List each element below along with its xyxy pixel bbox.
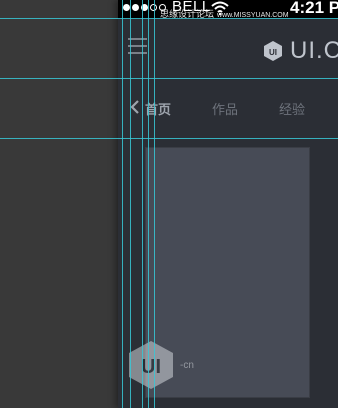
design-canvas: BELL 4:21 P 思缘设计论坛 www.MISSYUAN.COM UI U… (0, 0, 338, 408)
logo-text: UI.C (290, 37, 338, 64)
status-time: 4:21 P (290, 0, 338, 17)
tab-home[interactable]: 首页 (145, 99, 171, 118)
signal-dot (150, 4, 157, 11)
phone-mockup: BELL 4:21 P 思缘设计论坛 www.MISSYUAN.COM UI U… (118, 0, 338, 408)
svg-text:UI: UI (269, 48, 277, 57)
svg-text:UI: UI (141, 356, 161, 378)
hexagon-logo-icon: UI (129, 341, 173, 389)
tab-works[interactable]: 作品 (212, 99, 238, 118)
tab-experience[interactable]: 经验 (279, 99, 305, 118)
watermark-en: www.MISSYUAN.COM (217, 12, 289, 19)
app-logo[interactable]: UI UI.C (264, 37, 338, 65)
signal-dot (123, 4, 130, 11)
signal-dot (132, 4, 139, 11)
signal-dot (141, 4, 148, 11)
app-header: UI UI.C (118, 19, 338, 79)
chevron-left-icon[interactable] (130, 100, 140, 114)
logo-hexagon-icon: UI (264, 41, 282, 61)
card-watermark-logo: UI -cn (128, 340, 194, 390)
hamburger-menu-icon[interactable] (128, 38, 147, 54)
tab-bar: 首页 作品 经验 (118, 79, 338, 139)
pasteboard-area (0, 0, 118, 408)
watermark-cn: 思缘设计论坛 (160, 9, 215, 19)
status-bar: BELL 4:21 P 思缘设计论坛 www.MISSYUAN.COM (118, 0, 338, 19)
card-watermark-text: -cn (180, 359, 194, 371)
